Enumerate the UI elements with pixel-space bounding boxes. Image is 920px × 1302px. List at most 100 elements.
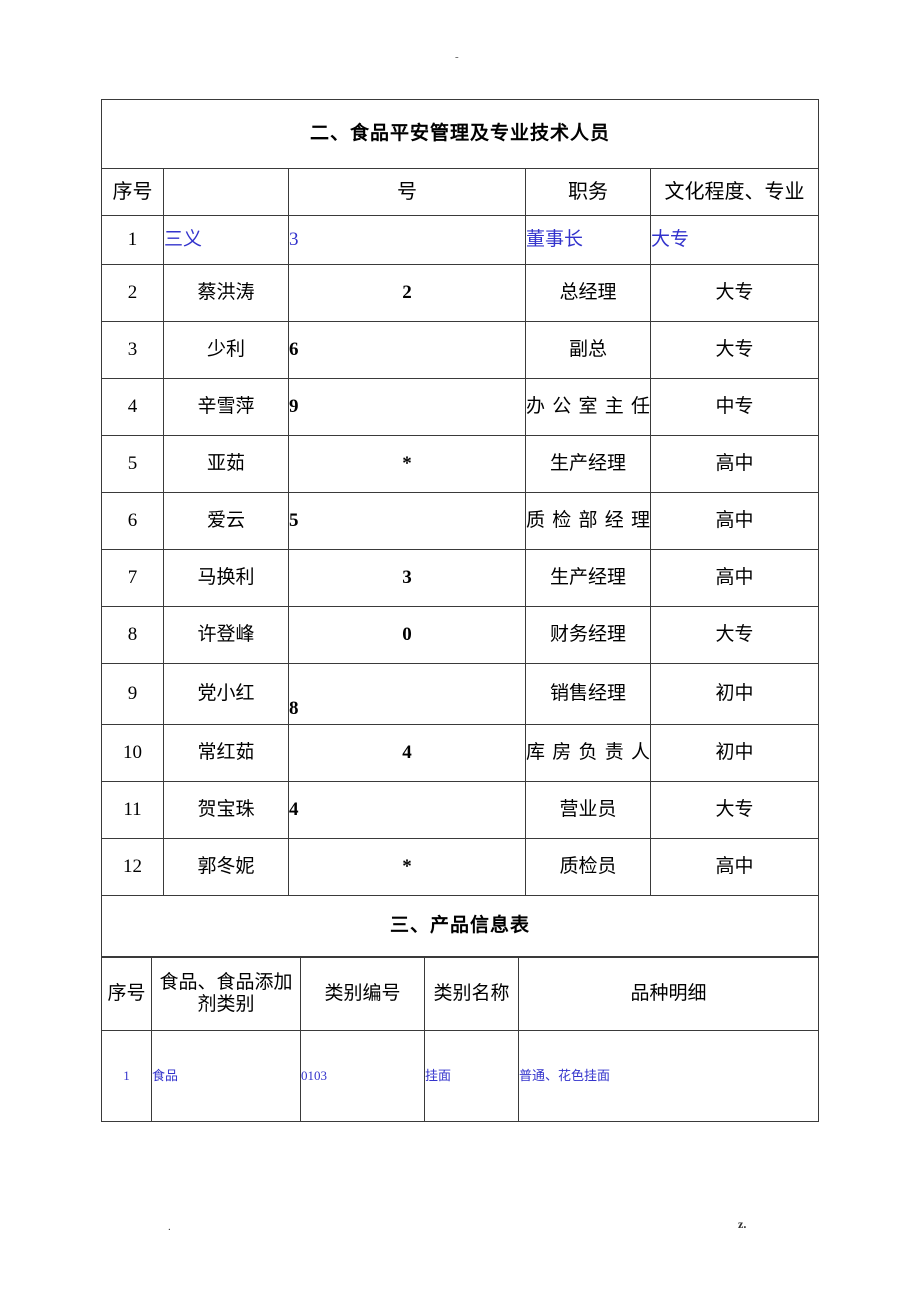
table-row: 7 马换利 3 生产经理 高中 — [101, 549, 819, 607]
table-row: 9 党小红 8 销售经理 初中 — [101, 663, 819, 725]
cell-position: 董事长 — [525, 215, 651, 265]
cell-seq: 5 — [101, 435, 164, 493]
cell-name: 辛雪萍 — [163, 378, 289, 436]
cell-position: 营业员 — [525, 781, 651, 839]
cell-education: 初中 — [650, 663, 819, 725]
cell-name: 常红茹 — [163, 724, 289, 782]
cell-position: 质检部经理 — [525, 492, 651, 550]
cell-name: 党小红 — [163, 663, 289, 725]
col-header-education: 文化程度、专业 — [650, 168, 819, 216]
cell-seq: 12 — [101, 838, 164, 896]
cell-number: 9 — [288, 378, 526, 436]
col-header-cat-name: 类别名称 — [424, 957, 519, 1031]
cell-number: 6 — [288, 321, 526, 379]
cell-number: 0 — [288, 606, 526, 664]
table-row: 2 蔡洪涛 2 总经理 大专 — [101, 264, 819, 322]
cell-number: * — [288, 435, 526, 493]
cell-education: 初中 — [650, 724, 819, 782]
cell-number: 2 — [288, 264, 526, 322]
cell-education: 高中 — [650, 435, 819, 493]
cell-position: 生产经理 — [525, 549, 651, 607]
table-row: 1 三义 3 董事长 大专 — [101, 215, 819, 265]
product-section-title: 三、产品信息表 — [101, 895, 819, 957]
cell-position: 销售经理 — [525, 663, 651, 725]
table-row: 8 许登峰 0 财务经理 大专 — [101, 606, 819, 664]
cell-seq: 9 — [101, 663, 164, 725]
cell-code: 0103 — [300, 1030, 425, 1122]
table-row: 5 亚茹 * 生产经理 高中 — [101, 435, 819, 493]
cell-number: 3 — [288, 215, 526, 265]
cell-position: 财务经理 — [525, 606, 651, 664]
cell-education: 大专 — [650, 781, 819, 839]
col-header-seq: 序号 — [101, 168, 164, 216]
cell-education: 大专 — [650, 264, 819, 322]
cell-name: 许登峰 — [163, 606, 289, 664]
cell-education: 大专 — [650, 215, 819, 265]
cell-name: 爱云 — [163, 492, 289, 550]
table-row: 12 郭冬妮 * 质检员 高中 — [101, 838, 819, 896]
table-row: 1 食品 0103 挂面 普通、花色挂面 — [101, 1030, 819, 1122]
cell-education: 高中 — [650, 838, 819, 896]
product-section-title-row: 三、产品信息表 — [101, 895, 819, 957]
cell-category: 食品 — [151, 1030, 301, 1122]
cell-seq: 7 — [101, 549, 164, 607]
cell-position: 生产经理 — [525, 435, 651, 493]
table-row: 10 常红茹 4 库房负责人 初中 — [101, 724, 819, 782]
cell-seq: 10 — [101, 724, 164, 782]
cell-number: 4 — [288, 781, 526, 839]
cell-position: 质检员 — [525, 838, 651, 896]
product-info-table: 序号 食品、食品添加剂类别 类别编号 类别名称 品种明细 1 食品 0103 挂… — [101, 957, 819, 1122]
document-page: - 二、食品平安管理及专业技术人员 序号 号 职务 文化程度、专业 1 三义 3 — [0, 0, 920, 1302]
table-row: 6 爱云 5 质检部经理 高中 — [101, 492, 819, 550]
cell-position: 库房负责人 — [525, 724, 651, 782]
cell-education: 高中 — [650, 492, 819, 550]
col-header-number: 号 — [288, 168, 526, 216]
col-header-detail: 品种明细 — [518, 957, 819, 1031]
table-row: 4 辛雪萍 9 办公室主任 中专 — [101, 378, 819, 436]
col-header-position: 职务 — [525, 168, 651, 216]
col-header-name — [163, 168, 289, 216]
cell-seq: 2 — [101, 264, 164, 322]
cell-seq: 6 — [101, 492, 164, 550]
cell-name: 马换利 — [163, 549, 289, 607]
staff-section-title: 二、食品平安管理及专业技术人员 — [101, 99, 819, 169]
cell-seq: 4 — [101, 378, 164, 436]
cell-position: 总经理 — [525, 264, 651, 322]
cell-name: 三义 — [163, 215, 289, 265]
col-header-seq: 序号 — [101, 957, 152, 1031]
cell-education: 大专 — [650, 321, 819, 379]
footer-left-mark: . — [168, 1221, 171, 1233]
footer-right-mark: z. — [738, 1217, 747, 1231]
cell-seq: 1 — [101, 1030, 152, 1122]
cell-name: 郭冬妮 — [163, 838, 289, 896]
cell-education: 中专 — [650, 378, 819, 436]
cell-seq: 3 — [101, 321, 164, 379]
cell-number: 8 — [288, 663, 526, 725]
cell-number: * — [288, 838, 526, 896]
staff-section-title-row: 二、食品平安管理及专业技术人员 — [101, 99, 819, 169]
cell-seq: 1 — [101, 215, 164, 265]
cell-detail: 普通、花色挂面 — [518, 1030, 819, 1122]
cell-position: 办公室主任 — [525, 378, 651, 436]
cell-education: 高中 — [650, 549, 819, 607]
col-header-category: 食品、食品添加剂类别 — [151, 957, 301, 1031]
cell-position: 副总 — [525, 321, 651, 379]
cell-name: 亚茹 — [163, 435, 289, 493]
cell-seq: 8 — [101, 606, 164, 664]
cell-education: 大专 — [650, 606, 819, 664]
cell-number: 3 — [288, 549, 526, 607]
cell-name: 蔡洪涛 — [163, 264, 289, 322]
product-header-row: 序号 食品、食品添加剂类别 类别编号 类别名称 品种明细 — [101, 957, 819, 1031]
staff-header-row: 序号 号 职务 文化程度、专业 — [101, 168, 819, 216]
cell-cat-name: 挂面 — [424, 1030, 519, 1122]
col-header-code: 类别编号 — [300, 957, 425, 1031]
cell-name: 贺宝珠 — [163, 781, 289, 839]
cell-seq: 11 — [101, 781, 164, 839]
table-row: 3 少利 6 副总 大专 — [101, 321, 819, 379]
header-mark: - — [455, 51, 459, 63]
cell-number: 5 — [288, 492, 526, 550]
combined-forms-table: 二、食品平安管理及专业技术人员 序号 号 职务 文化程度、专业 1 三义 3 董… — [101, 99, 819, 957]
cell-name: 少利 — [163, 321, 289, 379]
cell-number: 4 — [288, 724, 526, 782]
table-row: 11 贺宝珠 4 营业员 大专 — [101, 781, 819, 839]
